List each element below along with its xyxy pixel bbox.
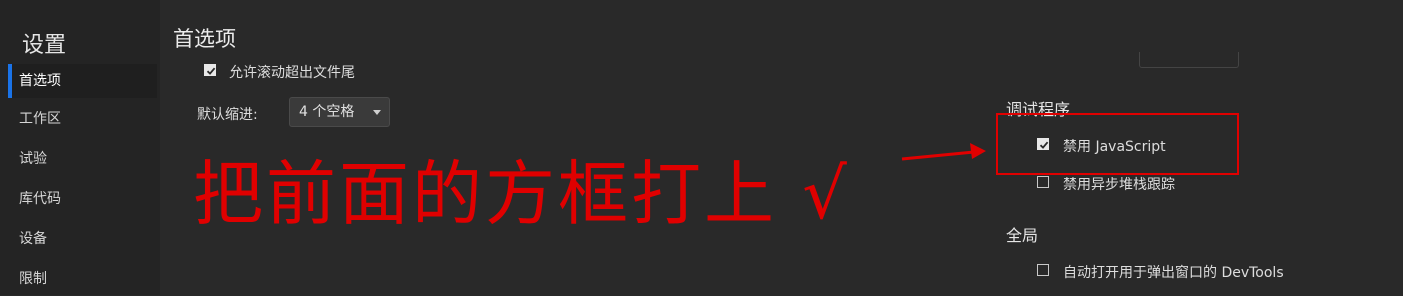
check-icon <box>206 67 216 75</box>
global-section-title: 全局 <box>1006 226 1039 245</box>
settings-title: 设置 <box>22 33 67 58</box>
default-indent-select[interactable]: 4 个空格 <box>289 97 390 127</box>
sidebar-item-preferences[interactable]: 首选项 <box>8 64 157 98</box>
auto-open-devtools-checkbox[interactable] <box>1037 264 1049 276</box>
sidebar-item-experiments[interactable]: 试验 <box>8 142 157 176</box>
disable-async-stack-label: 禁用异步堆栈跟踪 <box>1063 177 1175 193</box>
sidebar-item-ignore-list[interactable]: 库代码 <box>8 182 157 216</box>
arrow-right-icon <box>901 143 986 161</box>
default-indent-label: 默认缩进: <box>197 107 258 123</box>
auto-open-devtools-label: 自动打开用于弹出窗口的 DevTools <box>1063 265 1284 281</box>
allow-scroll-label: 允许滚动超出文件尾 <box>229 65 355 81</box>
annotation-highlight-box <box>996 113 1239 175</box>
sidebar-item-throttling[interactable]: 限制 <box>8 262 157 296</box>
partial-button[interactable] <box>1139 52 1239 68</box>
sidebar-item-devices[interactable]: 设备 <box>8 222 157 256</box>
page-title: 首选项 <box>173 27 236 51</box>
sidebar-item-workspace[interactable]: 工作区 <box>8 102 157 136</box>
sidebar: 设置 首选项 工作区 试验 库代码 设备 限制 <box>0 0 160 295</box>
allow-scroll-checkbox[interactable] <box>204 64 216 76</box>
default-indent-value: 4 个空格 <box>299 104 355 120</box>
annotation-text: 把前面的方框打上 √ <box>193 153 850 235</box>
disable-async-stack-checkbox[interactable] <box>1037 176 1049 188</box>
chevron-down-icon <box>373 110 381 115</box>
